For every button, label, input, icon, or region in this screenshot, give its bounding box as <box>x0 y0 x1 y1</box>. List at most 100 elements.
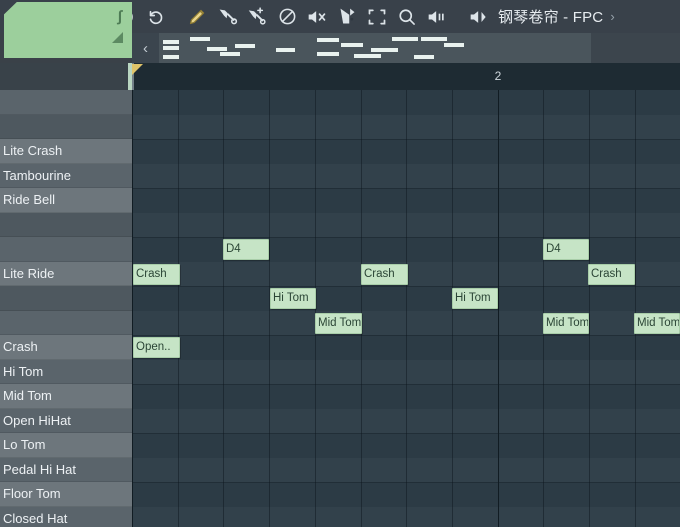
slice-tool[interactable] <box>332 0 362 33</box>
note-label: Crash <box>364 267 395 280</box>
grid-bar-line <box>498 90 499 527</box>
track-row-empty[interactable] <box>0 286 132 311</box>
velocity-ramp-icon[interactable] <box>112 32 123 43</box>
delete-tool[interactable] <box>272 0 302 33</box>
select-tool[interactable] <box>362 0 392 33</box>
clip-color-block[interactable] <box>4 2 132 58</box>
track-label: Open HiHat <box>3 412 71 428</box>
track-label: Pedal Hi Hat <box>3 461 76 477</box>
grid-beat-line <box>406 90 407 527</box>
note-label: Crash <box>591 267 622 280</box>
clip-header-panel[interactable]: ∫ <box>0 0 132 58</box>
pattern-overview-minimap[interactable] <box>159 33 591 63</box>
overview-note <box>354 54 381 58</box>
track-label: Crash <box>3 339 38 355</box>
track-row-empty[interactable] <box>0 90 132 115</box>
overview-note <box>163 46 179 50</box>
overview-note <box>276 48 295 52</box>
track-row-empty[interactable] <box>0 310 132 335</box>
note-label: Mid Tom <box>318 316 362 329</box>
overview-note <box>207 47 227 51</box>
note-block[interactable]: Crash <box>133 263 180 285</box>
note-grid[interactable]: D4 Crash Hi Tom Mid Tom Open.. Crash Hi Tom D4 C… <box>132 90 680 527</box>
track-row[interactable]: Hi Tom <box>0 359 132 384</box>
track-row-empty[interactable] <box>0 237 132 262</box>
grid-bar-line <box>132 90 133 527</box>
note-label: Crash <box>136 267 167 280</box>
pencil-draw-tool[interactable] <box>182 0 212 33</box>
note-label: Mid Tom <box>637 316 680 329</box>
window-title: 钢琴卷帘 - FPC <box>498 9 604 26</box>
overview-note <box>414 55 434 59</box>
overview-note <box>317 38 339 42</box>
timeline-ruler[interactable]: 2 <box>132 63 680 91</box>
note-block[interactable]: Hi Tom <box>452 288 498 309</box>
track-row[interactable]: Ride Bell <box>0 188 132 213</box>
note-block[interactable]: Mid Tom <box>634 312 680 334</box>
preview-speaker-icon[interactable] <box>464 0 494 33</box>
collapse-overview-button[interactable]: ‹ <box>132 33 159 63</box>
grid-beat-line <box>635 90 636 527</box>
track-label: Ride Bell <box>3 192 56 208</box>
track-row[interactable]: Pedal Hi Hat <box>0 457 132 482</box>
track-row[interactable]: Crash <box>0 335 132 360</box>
track-row-empty[interactable] <box>0 114 132 139</box>
track-row-empty[interactable] <box>0 212 132 237</box>
note-block[interactable]: Crash <box>361 263 408 285</box>
track-label: Mid Tom <box>3 388 52 404</box>
piano-roll-window: 钢琴卷帘 - FPC › ‹ ∫ 2 Lite Crash Tambourine R… <box>0 0 680 527</box>
note-block[interactable]: Open.. <box>133 337 180 358</box>
zoom-tool[interactable] <box>392 0 422 33</box>
track-row[interactable]: Floor Tom <box>0 482 132 507</box>
overview-note <box>392 37 418 41</box>
track-label: Hi Tom <box>3 363 44 379</box>
overview-note <box>341 43 363 47</box>
track-row[interactable]: Lite Crash <box>0 139 132 164</box>
track-label: Lite Crash <box>3 143 63 159</box>
grid-beat-line <box>178 90 179 527</box>
overview-note <box>163 40 179 44</box>
note-block[interactable]: D4 <box>223 239 269 260</box>
automation-curve-icon[interactable]: ∫ <box>118 8 122 25</box>
overview-note <box>163 55 179 59</box>
paint-brush-tool[interactable] <box>212 0 242 33</box>
track-row[interactable]: Closed Hat <box>0 506 132 527</box>
track-row[interactable]: Open HiHat <box>0 408 132 433</box>
track-label: Tambourine <box>3 167 71 183</box>
note-label: Hi Tom <box>455 292 491 304</box>
note-block[interactable]: Crash <box>588 263 635 285</box>
track-row[interactable]: Mid Tom <box>0 384 132 409</box>
title-expand-arrow[interactable]: › <box>610 9 614 24</box>
note-label: Open.. <box>136 341 171 353</box>
drum-track-list[interactable]: Lite Crash Tambourine Ride Bell Lite Ride Cr… <box>0 90 132 527</box>
note-block[interactable]: Hi Tom <box>270 288 316 309</box>
track-label: Floor Tom <box>3 486 61 502</box>
grid-beat-line <box>543 90 544 527</box>
note-label: D4 <box>546 243 561 255</box>
note-label: Mid Tom <box>546 316 589 329</box>
paint-add-tool[interactable] <box>242 0 272 33</box>
track-label: Lite Ride <box>3 265 55 281</box>
pattern-overview-empty[interactable] <box>591 33 680 63</box>
track-row[interactable]: Lo Tom <box>0 433 132 458</box>
playback-tool[interactable] <box>422 0 452 33</box>
note-block[interactable]: Mid Tom <box>543 312 589 334</box>
note-label: D4 <box>226 243 241 255</box>
ruler-left-spacer <box>0 63 132 90</box>
note-block[interactable]: Mid Tom <box>315 312 362 334</box>
overview-note <box>371 48 398 52</box>
overview-note <box>235 44 255 48</box>
track-row[interactable]: Tambourine <box>0 163 132 188</box>
note-label: Hi Tom <box>273 292 309 304</box>
track-label: Closed Hat <box>3 510 68 526</box>
grid-beat-line <box>589 90 590 527</box>
playhead-marker-icon[interactable] <box>132 64 143 75</box>
mute-tool[interactable] <box>302 0 332 33</box>
ruler-bar-number: 2 <box>494 69 502 83</box>
track-row[interactable]: Lite Ride <box>0 261 132 286</box>
overview-note <box>190 37 210 41</box>
undo-icon[interactable] <box>140 0 170 33</box>
note-block[interactable]: D4 <box>543 239 589 260</box>
overview-note <box>421 37 447 41</box>
grid-beat-line <box>361 90 362 527</box>
